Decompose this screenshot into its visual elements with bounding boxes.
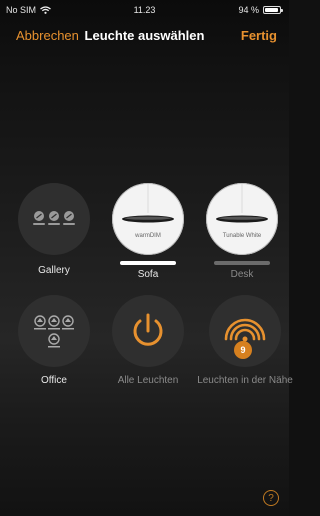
tile-label-nearby: Leuchten in der Nähe [197, 375, 293, 386]
office-group-circle [18, 295, 90, 367]
group-lamps-icon [33, 211, 75, 225]
tile-sofa[interactable]: warmDIM Sofa [103, 183, 193, 280]
tile-label-desk: Desk [230, 269, 254, 280]
lamp-mode-tunable: Tunable White [222, 233, 262, 239]
nearby-circle: 9 [209, 295, 281, 367]
nearby-count-badge: 9 [234, 341, 252, 359]
help-icon[interactable]: ? [263, 490, 279, 506]
power-icon [133, 313, 163, 346]
tile-gallery[interactable]: Gallery [9, 183, 99, 276]
nav-bar: Abbrechen Leuchte auswählen Fertig [0, 22, 289, 50]
unselected-indicator [214, 261, 270, 265]
tile-office[interactable]: Office [9, 295, 99, 386]
all-lights-circle [112, 295, 184, 367]
lamp-mode-warmdim: warmDIM [135, 233, 161, 239]
selected-indicator [120, 261, 176, 265]
status-bar: No SIM 11.23 94 % [0, 0, 289, 20]
screen: No SIM 11.23 94 % Abbrechen Leuchte ausw… [0, 0, 293, 516]
tile-label-gallery: Gallery [38, 265, 70, 276]
tile-nearby-lights[interactable]: 9 Leuchten in der Nähe [197, 295, 293, 386]
tile-label-all-lights: Alle Leuchten [117, 375, 179, 386]
status-right: 94 % [238, 5, 283, 15]
desk-lamp-circle: Tunable White [206, 183, 278, 255]
tile-all-lights[interactable]: Alle Leuchten [103, 295, 193, 386]
group-lamps-icon [34, 315, 74, 348]
battery-nub [281, 9, 283, 12]
sofa-lamp-circle: warmDIM [112, 183, 184, 255]
gallery-group-circle [18, 183, 90, 255]
pendant-lamp-icon [216, 183, 268, 223]
pendant-lamp-icon [122, 183, 174, 223]
battery-icon [263, 6, 283, 14]
tile-desk[interactable]: Tunable White Desk [197, 183, 287, 280]
tile-label-office: Office [41, 375, 67, 386]
tile-label-sofa: Sofa [137, 269, 159, 280]
battery-fill [265, 8, 279, 12]
done-button[interactable]: Fertig [241, 28, 277, 43]
battery-percent: 94 % [238, 5, 259, 15]
